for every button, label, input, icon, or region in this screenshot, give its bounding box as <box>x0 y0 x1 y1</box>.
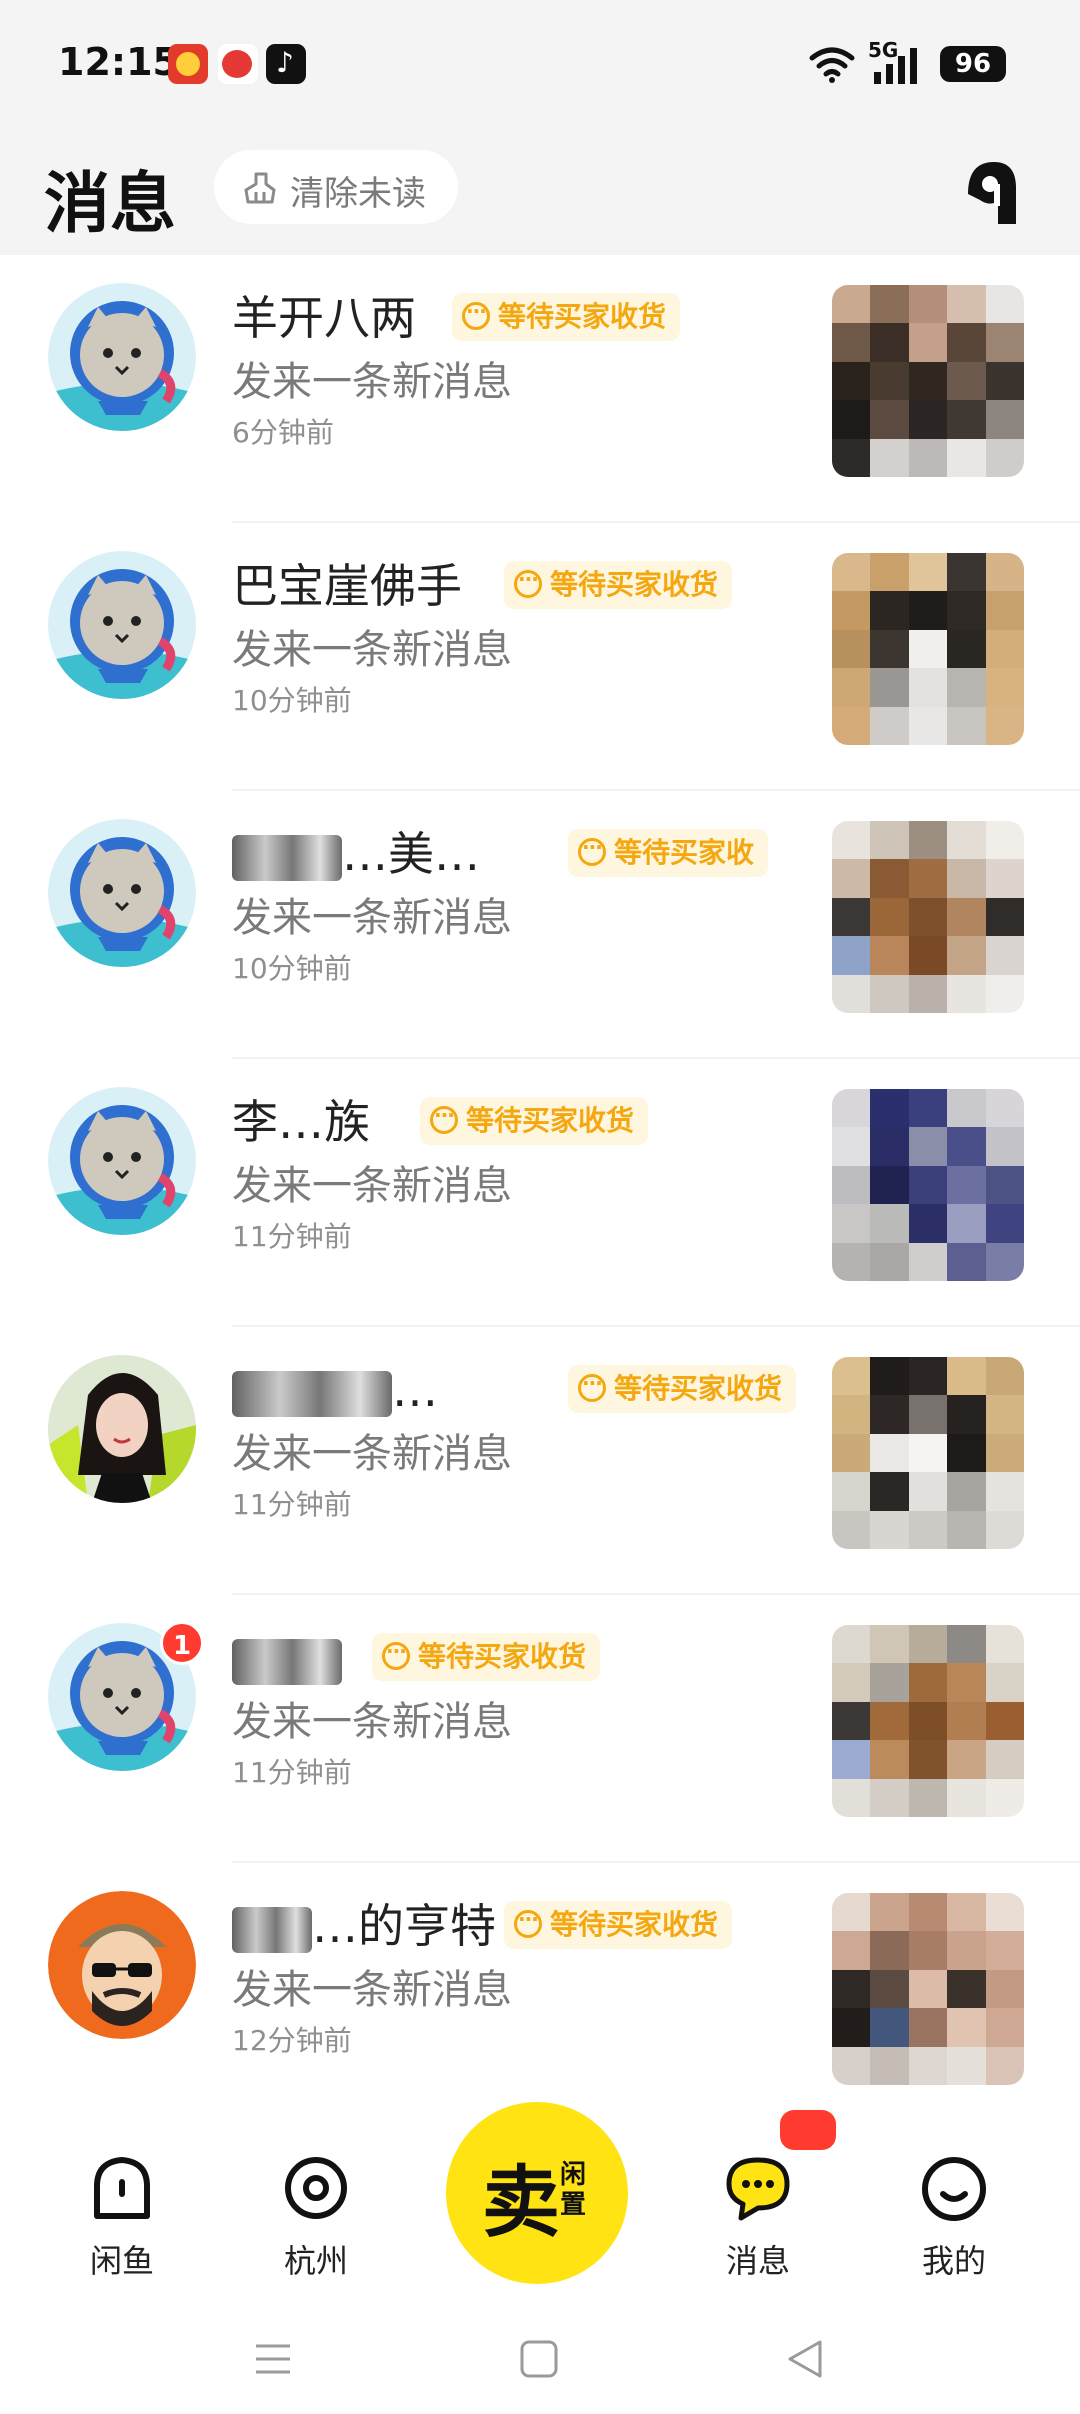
status-time: 12:15 <box>58 40 179 84</box>
message-time: 10分钟前 <box>232 952 352 985</box>
message-time: 11分钟前 <box>232 1756 352 1789</box>
more-dots-icon <box>430 1091 458 1139</box>
cat-avatar <box>48 551 196 699</box>
nav-city[interactable]: 杭州 <box>256 2152 376 2282</box>
smile-icon <box>922 2157 986 2221</box>
conversation-item[interactable]: 1 等待买家收货 发来一条新消息 11分钟前 <box>0 1595 1080 1863</box>
contact-name: …的亨特 <box>232 1891 496 1961</box>
message-bubble-icon <box>726 2157 790 2221</box>
messages-badge <box>780 2110 836 2150</box>
nav-home[interactable]: 闲鱼 <box>62 2152 182 2282</box>
item-thumbnail[interactable] <box>832 285 1024 477</box>
status-tag: 等待买家收货 <box>504 1895 733 1949</box>
unread-badge: 1 <box>160 1621 204 1665</box>
more-dots-icon <box>514 555 542 603</box>
contact-name: 巴宝崖佛手 <box>232 559 462 613</box>
conversation-item[interactable]: 巴宝崖佛手 等待买家收货 发来一条新消息 10分钟前 <box>0 523 1080 791</box>
message-preview: 发来一条新消息 <box>232 1431 512 1477</box>
home-icon <box>94 2157 150 2219</box>
message-preview: 发来一条新消息 <box>232 1699 512 1745</box>
status-tag: 等待买家收货 <box>372 1627 601 1681</box>
conversation-list: 羊开八两 等待买家收货 发来一条新消息 6分钟前 巴宝崖佛手 等待买家收货 发来… <box>0 255 1080 2131</box>
sell-sub-label: 闲置 <box>560 2160 587 2220</box>
status-tag: 等待买家收货 <box>420 1091 649 1145</box>
message-preview: 发来一条新消息 <box>232 627 512 673</box>
contact-name: …美… <box>232 819 480 889</box>
message-time: 6分钟前 <box>232 416 334 449</box>
item-thumbnail[interactable] <box>832 1625 1024 1817</box>
nav-home-label: 闲鱼 <box>89 2242 154 2280</box>
video-app-icon <box>218 44 258 84</box>
nav-mine[interactable]: 我的 <box>894 2152 1014 2282</box>
item-thumbnail[interactable] <box>832 821 1024 1013</box>
conversation-item[interactable]: 李…族 等待买家收货 发来一条新消息 11分钟前 <box>0 1059 1080 1327</box>
more-dots-icon <box>462 287 490 335</box>
contact-name: 羊开八两 <box>232 291 416 345</box>
message-preview: 发来一条新消息 <box>232 1163 512 1209</box>
page-title: 消息 <box>44 165 176 242</box>
cartoon-avatar <box>48 1891 196 2039</box>
nav-messages[interactable]: 消息 <box>698 2152 818 2282</box>
clear-unread-button[interactable]: 清除未读 <box>214 150 458 224</box>
nav-city-label: 杭州 <box>283 2242 348 2280</box>
message-preview: 发来一条新消息 <box>232 359 512 405</box>
item-thumbnail[interactable] <box>832 1357 1024 1549</box>
home-square-icon[interactable] <box>514 2334 564 2384</box>
status-bar: 12:15 5G 96 <box>0 0 1080 130</box>
name-redacted <box>232 1638 342 1685</box>
nav-messages-label: 消息 <box>725 2242 790 2280</box>
conversation-item[interactable]: …的亨特 等待买家收货 发来一条新消息 12分钟前 <box>0 1863 1080 2131</box>
signal-icon <box>874 48 917 84</box>
conversation-item[interactable]: 羊开八两 等待买家收货 发来一条新消息 6分钟前 <box>0 255 1080 523</box>
broom-icon <box>244 172 276 204</box>
conversation-item[interactable]: … 等待买家收货 发来一条新消息 11分钟前 <box>0 1327 1080 1595</box>
contact-name: 李…族 <box>232 1095 370 1149</box>
name-redacted <box>232 1906 312 1953</box>
more-dots-icon <box>514 1895 542 1943</box>
food-delivery-app-icon <box>168 44 208 84</box>
cat-avatar <box>48 819 196 967</box>
message-time: 11分钟前 <box>232 1220 352 1253</box>
wifi-icon <box>809 47 855 83</box>
status-tag: 等待买家收货 <box>504 555 733 609</box>
back-icon[interactable] <box>780 2334 830 2384</box>
nav-mine-label: 我的 <box>921 2242 986 2280</box>
battery-indicator: 96 <box>940 46 1006 82</box>
item-thumbnail[interactable] <box>832 1893 1024 2085</box>
item-thumbnail[interactable] <box>832 1089 1024 1281</box>
clear-unread-label: 清除未读 <box>290 174 426 214</box>
message-preview: 发来一条新消息 <box>232 895 512 941</box>
contact-name: … <box>232 1355 438 1425</box>
sell-label: 卖 <box>482 2158 561 2248</box>
status-tag: 等待买家收货 <box>568 1359 797 1413</box>
name-redacted <box>232 834 342 881</box>
more-dots-icon <box>578 1359 606 1407</box>
photo-avatar <box>48 1355 196 1503</box>
more-dots-icon <box>578 823 606 871</box>
cat-avatar <box>48 283 196 431</box>
menu-icon[interactable] <box>248 2334 298 2384</box>
message-time: 12分钟前 <box>232 2024 352 2057</box>
contacts-icon[interactable] <box>958 154 1024 232</box>
system-nav-bar <box>0 2304 1080 2414</box>
status-tag: 等待买家收货 <box>452 287 681 341</box>
contact-name <box>232 1623 342 1693</box>
sell-button[interactable]: 卖 闲置 <box>446 2102 628 2284</box>
message-preview: 发来一条新消息 <box>232 1967 512 2013</box>
tiktok-icon <box>266 44 306 84</box>
more-dots-icon <box>382 1627 410 1675</box>
conversation-item[interactable]: …美… 等待买家收 发来一条新消息 10分钟前 <box>0 791 1080 1059</box>
status-tag: 等待买家收 <box>568 823 769 877</box>
message-time: 11分钟前 <box>232 1488 352 1521</box>
item-thumbnail[interactable] <box>832 553 1024 745</box>
message-time: 10分钟前 <box>232 684 352 717</box>
page-header: 消息 清除未读 <box>0 130 1080 255</box>
location-icon <box>285 2157 347 2219</box>
name-redacted <box>232 1370 392 1417</box>
cat-avatar <box>48 1087 196 1235</box>
bottom-nav: 闲鱼 杭州 卖 闲置 消息 我的 <box>0 2102 1080 2304</box>
